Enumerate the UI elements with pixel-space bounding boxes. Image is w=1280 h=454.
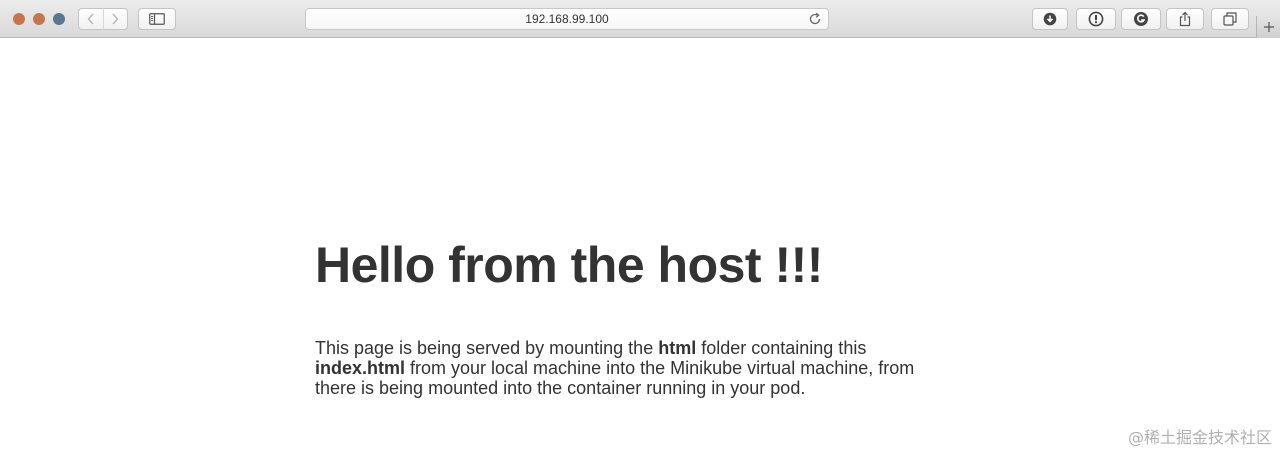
sidebar-icon — [149, 13, 165, 25]
tabs-overview-icon — [1223, 12, 1237, 26]
download-icon — [1043, 12, 1057, 26]
browser-toolbar: 192.168.99.100 — [0, 0, 1280, 38]
navigation-buttons — [78, 8, 128, 30]
minimize-window-button[interactable] — [33, 13, 45, 25]
chevron-right-icon — [112, 13, 119, 25]
extension-button-grammarly[interactable] — [1121, 8, 1161, 30]
plus-icon — [1263, 22, 1274, 32]
back-button[interactable] — [78, 8, 104, 30]
index-file-name: index.html — [315, 358, 406, 378]
extension-button-info[interactable] — [1076, 8, 1116, 30]
share-icon — [1179, 11, 1191, 27]
address-text[interactable]: 192.168.99.100 — [306, 9, 828, 29]
paragraph-text: from your local machine into the Minikub… — [315, 358, 915, 398]
chevron-left-icon — [87, 13, 94, 25]
sidebar-button[interactable] — [138, 8, 176, 30]
grammarly-icon — [1134, 12, 1148, 26]
forward-button[interactable] — [103, 8, 128, 30]
page-content: Hello from the host !!! This page is bei… — [0, 38, 1280, 454]
tab-overview-button[interactable] — [1211, 8, 1249, 30]
downloads-button[interactable] — [1032, 8, 1068, 30]
reload-icon[interactable] — [808, 12, 822, 26]
paragraph-text: This page is being served by mounting th… — [315, 338, 659, 358]
paragraph-text: folder containing this — [696, 338, 867, 358]
address-bar[interactable]: 192.168.99.100 — [305, 8, 829, 30]
page-paragraph: This page is being served by mounting th… — [315, 338, 955, 398]
info-icon — [1088, 11, 1104, 27]
new-tab-button[interactable] — [1256, 16, 1280, 38]
watermark: @稀土掘金技术社区 — [1127, 428, 1272, 447]
browser-window: 192.168.99.100 Hello from the host !!! T… — [0, 0, 1280, 454]
html-folder-name: html — [658, 338, 697, 358]
close-window-button[interactable] — [13, 13, 25, 25]
share-button[interactable] — [1166, 8, 1204, 30]
page-heading: Hello from the host !!! — [315, 237, 823, 293]
zoom-window-button[interactable] — [53, 13, 65, 25]
